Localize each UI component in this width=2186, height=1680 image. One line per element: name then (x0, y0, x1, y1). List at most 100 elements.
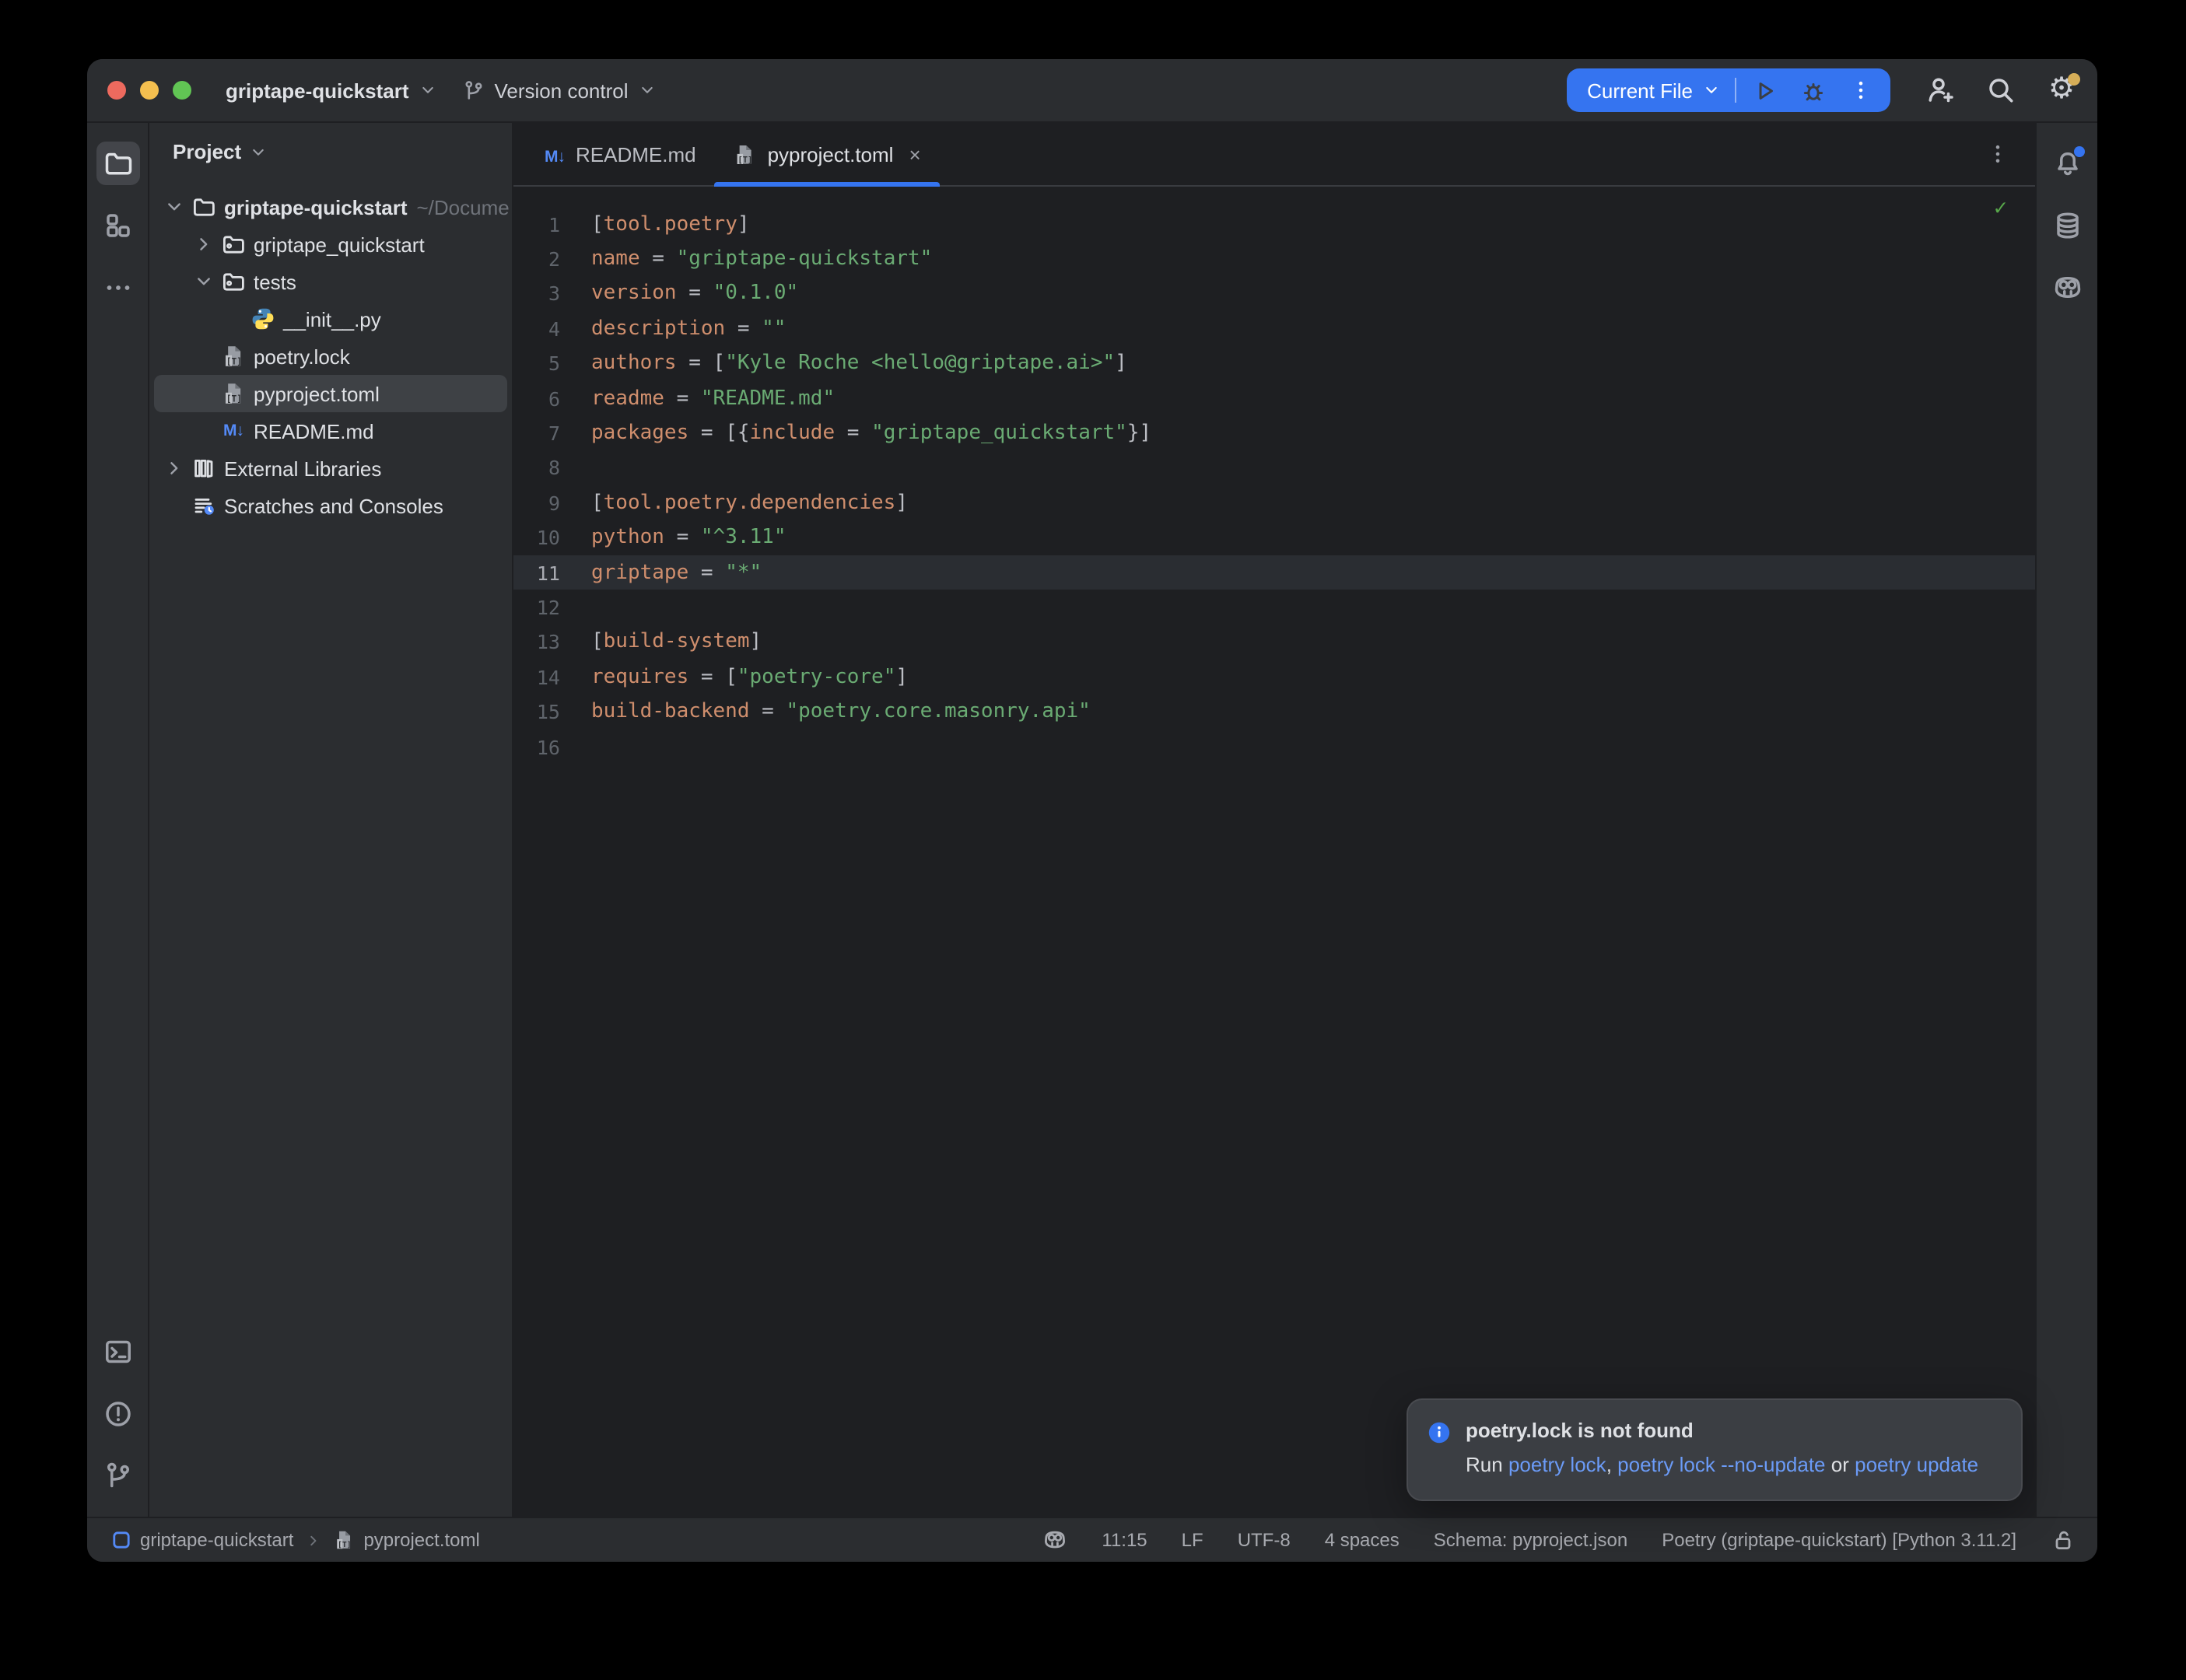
token: = (677, 282, 713, 306)
tree-item-poetry-lock[interactable]: [T]poetry.lock (149, 338, 512, 375)
tree-item-label: pyproject.toml (254, 382, 380, 405)
debug-button[interactable] (1789, 77, 1837, 103)
status-write-access[interactable] (2051, 1528, 2076, 1552)
tree-item-external-libraries[interactable]: External Libraries (149, 450, 512, 487)
tree-item-readme-md[interactable]: M↓README.md (149, 412, 512, 450)
status-line-separator[interactable]: LF (1182, 1529, 1203, 1551)
code-line-2[interactable]: 2name = "griptape-quickstart" (513, 242, 2035, 277)
token: description (591, 317, 725, 341)
add-user-button[interactable] (1922, 72, 1959, 109)
more-tool-windows-button[interactable] (96, 266, 139, 310)
tree-item-tests[interactable]: tests (149, 263, 512, 300)
code-line-8[interactable]: 8 (513, 450, 2035, 485)
project-panel-header[interactable]: Project (149, 123, 512, 170)
tree-item-scratches-and-consoles[interactable]: Scratches and Consoles (149, 487, 512, 524)
status-json-schema[interactable]: Schema: pyproject.json (1434, 1529, 1627, 1551)
code-line-12[interactable]: 12 (513, 590, 2035, 625)
token: build-system (604, 631, 750, 654)
problems-tool-window-button[interactable] (96, 1392, 139, 1436)
code-line-7[interactable]: 7packages = [{include = "griptape_quicks… (513, 416, 2035, 451)
search-button[interactable] (1982, 72, 2020, 109)
version-control-tool-window-button[interactable] (96, 1454, 139, 1498)
structure-tool-window-button[interactable] (96, 204, 139, 247)
vcs-widget[interactable]: Version control (450, 72, 669, 108)
ai-assistant-tool-window-button[interactable] (2045, 266, 2089, 310)
database-tool-window-button[interactable] (2045, 204, 2089, 247)
code-line-10[interactable]: 10python = "^3.11" (513, 520, 2035, 555)
project-selector[interactable]: griptape-quickstart (213, 72, 450, 108)
tree-item-init-py[interactable]: __init__.py (149, 300, 512, 338)
editor-column: M↓README.md[T]pyproject.toml× 1[tool.poe… (513, 123, 2035, 1517)
indent-spacer (191, 418, 216, 443)
vcs-label: Version control (495, 79, 629, 102)
code-line-5[interactable]: 5authors = ["Kyle Roche <hello@griptape.… (513, 346, 2035, 381)
line-number: 8 (513, 457, 560, 480)
status-indent-style[interactable]: 4 spaces (1325, 1529, 1400, 1551)
chevron-down-icon (419, 81, 437, 100)
breadcrumb-griptape-quickstart[interactable]: griptape-quickstart (112, 1529, 293, 1551)
minimize-window-button[interactable] (140, 81, 159, 100)
code-line-11[interactable]: 11griptape = "*" (513, 555, 2035, 590)
zoom-window-button[interactable] (173, 81, 191, 100)
project-tool-window-button[interactable] (96, 142, 139, 185)
editor-options-button[interactable] (1985, 142, 2010, 166)
settings-button[interactable]: ⚙ (2043, 72, 2080, 109)
tab-readme-md[interactable]: M↓README.md (526, 123, 715, 185)
run-configuration-widget[interactable]: Current File (1567, 68, 1890, 112)
close-window-button[interactable] (107, 81, 126, 100)
line-number: 14 (513, 666, 560, 689)
close-icon[interactable]: × (909, 142, 920, 166)
package-folder-icon (221, 269, 246, 294)
run-button[interactable] (1741, 77, 1789, 103)
status-caret-position[interactable]: 11:15 (1102, 1529, 1147, 1551)
code-line-3[interactable]: 3version = "0.1.0" (513, 277, 2035, 312)
code-line-4[interactable]: 4description = "" (513, 311, 2035, 346)
code-line-14[interactable]: 14requires = ["poetry-core"] (513, 660, 2035, 695)
code-line-1[interactable]: 1[tool.poetry] (513, 207, 2035, 242)
code-line-16[interactable]: 16 (513, 730, 2035, 765)
notifications-button[interactable] (2045, 142, 2089, 185)
chevron-right-icon[interactable] (191, 232, 216, 257)
code-editor[interactable]: 1[tool.poetry]2name = "griptape-quicksta… (513, 187, 2035, 1517)
svg-text:[T]: [T] (226, 356, 242, 366)
code-text: description = "" (591, 317, 786, 341)
status-file-encoding[interactable]: UTF-8 (1238, 1529, 1291, 1551)
tree-item-griptape-quickstart[interactable]: griptape-quickstart~/Docume (149, 188, 512, 226)
line-number: 15 (513, 700, 560, 723)
token: ] (750, 631, 762, 654)
folder-icon (102, 148, 133, 179)
token: version (591, 282, 677, 306)
terminal-tool-window-button[interactable] (96, 1330, 139, 1374)
code-line-13[interactable]: 13[build-system] (513, 625, 2035, 660)
tab-label: pyproject.toml (768, 142, 894, 166)
notification-badge (2073, 146, 2084, 157)
more-run-options-button[interactable] (1837, 78, 1884, 103)
link-poetry-update[interactable]: poetry update (1855, 1453, 1978, 1476)
tab-pyproject-toml[interactable]: [T]pyproject.toml× (715, 123, 940, 185)
token: "griptape_quickstart" (871, 422, 1127, 445)
chevron-down-icon[interactable] (191, 269, 216, 294)
code-line-9[interactable]: 9[tool.poetry.dependencies] (513, 485, 2035, 520)
code-line-15[interactable]: 15build-backend = "poetry.core.masonry.a… (513, 695, 2035, 730)
line-number: 3 (513, 282, 560, 306)
status-widgets: 11:15 LF UTF-8 4 spaces Schema: pyproject.js… (1042, 1528, 2076, 1552)
chevron-right-icon[interactable] (162, 456, 187, 481)
status-python-interpreter[interactable]: Poetry (griptape-quickstart) [Python 3.1… (1662, 1529, 2016, 1551)
tree-item-griptape-quickstart[interactable]: griptape_quickstart (149, 226, 512, 263)
tree-item-pyproject-toml[interactable]: [T]pyproject.toml (149, 375, 512, 412)
inspections-ok-check-icon[interactable]: ✓ (1994, 196, 2007, 221)
token: = (835, 422, 871, 445)
status-bar: griptape-quickstart [T]pyproject.toml 11:… (87, 1517, 2097, 1562)
link-poetry-lock-no-update[interactable]: poetry lock --no-update (1617, 1453, 1825, 1476)
notification-content: poetry.lock is not found Run poetry lock… (1466, 1419, 1978, 1479)
tab-label: README.md (576, 142, 696, 166)
toml-file-icon: [T] (221, 344, 246, 369)
indent-spacer (191, 381, 216, 406)
breadcrumb-pyproject-toml[interactable]: [T]pyproject.toml (332, 1529, 479, 1551)
search-icon (1985, 75, 2016, 106)
status-copilot-status[interactable] (1042, 1528, 1067, 1552)
chevron-down-icon[interactable] (162, 194, 187, 219)
link-poetry-lock[interactable]: poetry lock (1508, 1453, 1606, 1476)
database-icon (2051, 210, 2083, 241)
code-line-6[interactable]: 6readme = "README.md" (513, 381, 2035, 416)
